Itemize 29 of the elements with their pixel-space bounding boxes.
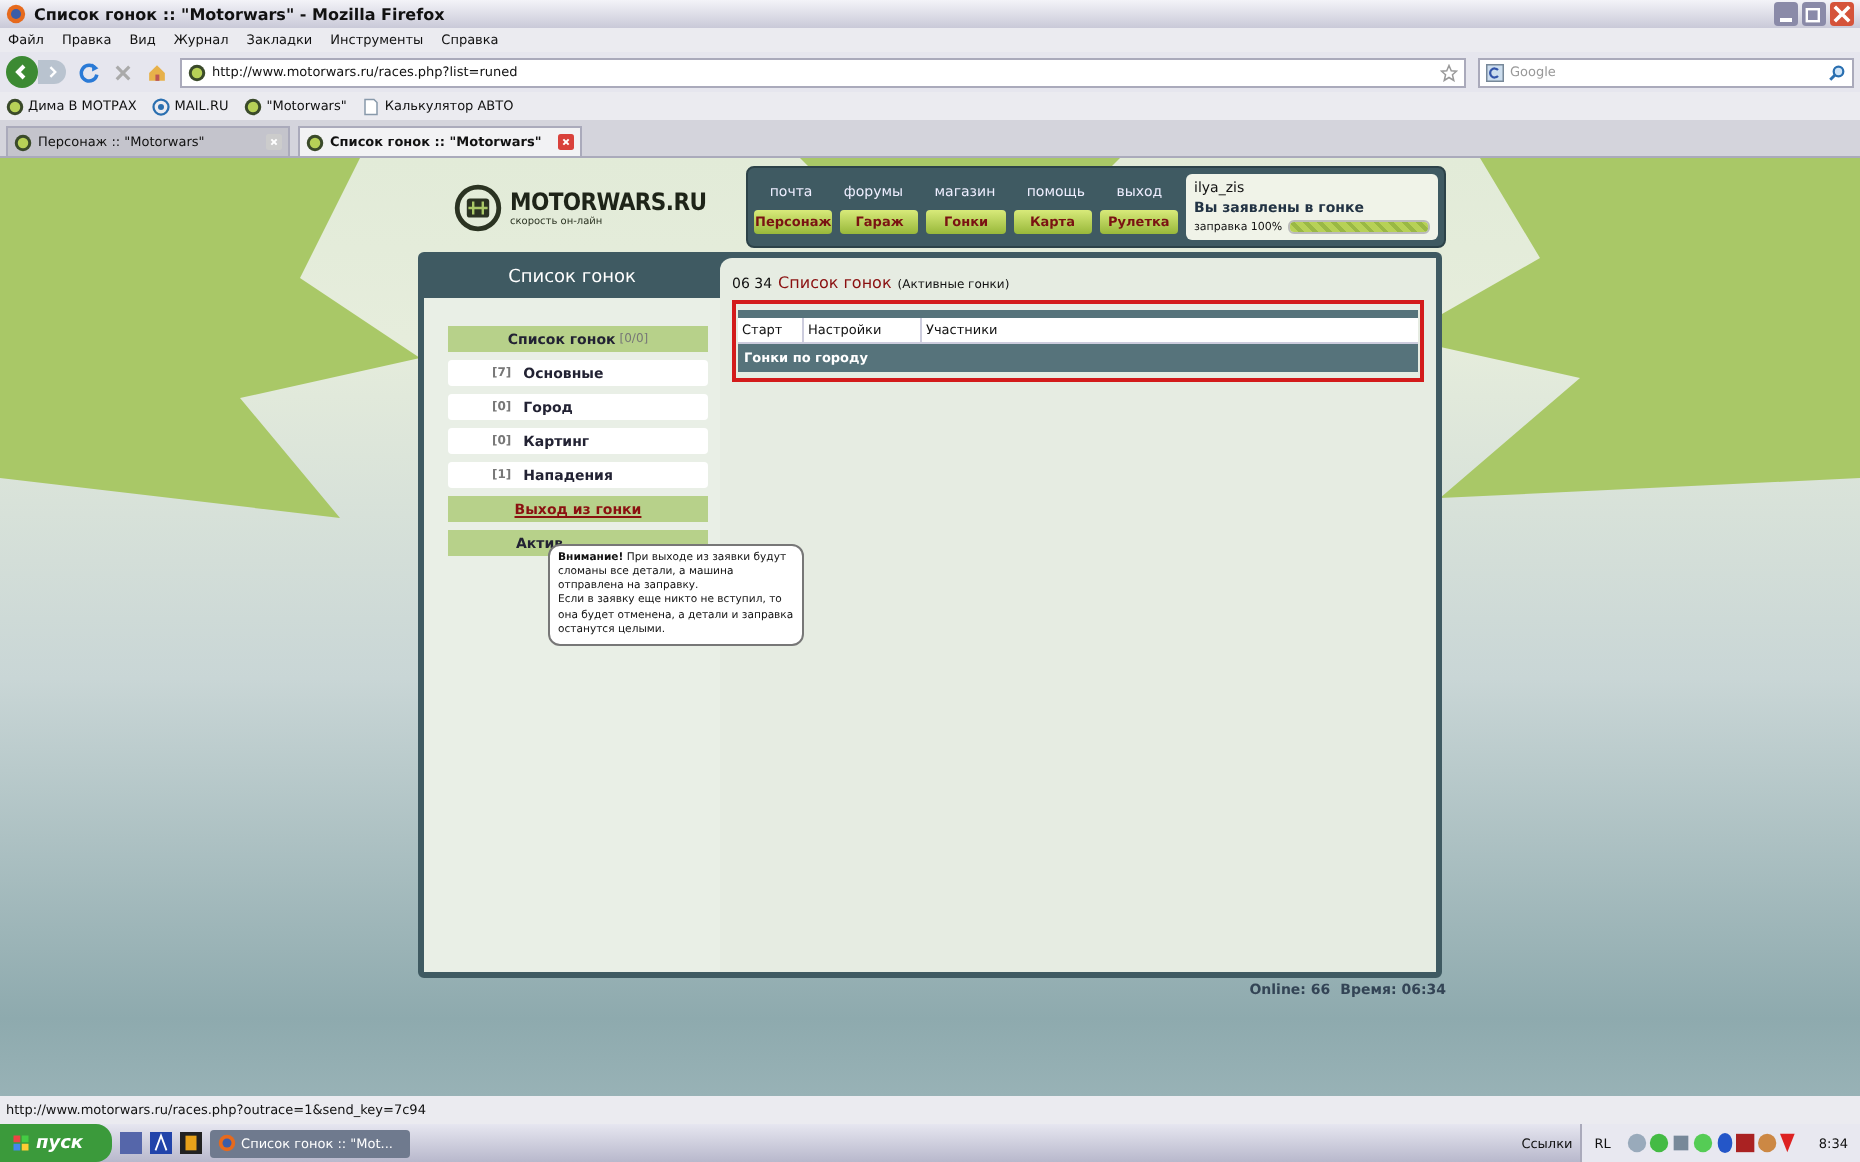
- minimize-icon: [1780, 18, 1792, 22]
- site-icon: [306, 133, 324, 151]
- close-tab-icon[interactable]: [558, 134, 574, 150]
- reload-icon[interactable]: [78, 61, 100, 83]
- home-icon[interactable]: [146, 61, 168, 83]
- logo-icon: [454, 183, 502, 231]
- minimize-button[interactable]: [1774, 2, 1798, 26]
- app-icon[interactable]: [179, 1132, 202, 1154]
- back-button[interactable]: [6, 56, 38, 88]
- windows-logo-icon: [12, 1134, 30, 1152]
- star-icon[interactable]: [1440, 63, 1458, 81]
- sidebar-title: Список гонок: [506, 266, 638, 292]
- restore-icon: [1802, 2, 1826, 26]
- window-title: Список гонок :: "Motorwars" - Mozilla Firefox: [34, 5, 447, 23]
- search-engine-icon[interactable]: [1486, 63, 1504, 81]
- close-button[interactable]: [1830, 2, 1854, 26]
- at-sign-icon: [152, 97, 171, 115]
- page-icon: [362, 97, 381, 115]
- browser-icon: [6, 4, 26, 24]
- browser-icon: [217, 1134, 236, 1152]
- site-logo[interactable]: MOTORWARS.RU: [510, 187, 707, 215]
- restore-button[interactable]: [1802, 2, 1826, 26]
- app-icon[interactable]: [149, 1132, 172, 1154]
- content-title: Список гонок: [778, 274, 892, 292]
- search-icon[interactable]: [1828, 63, 1846, 81]
- close-icon: [1830, 2, 1854, 26]
- site-icon: [188, 63, 206, 81]
- start-button[interactable]: пуск: [0, 1124, 112, 1162]
- site-icon: [244, 97, 263, 115]
